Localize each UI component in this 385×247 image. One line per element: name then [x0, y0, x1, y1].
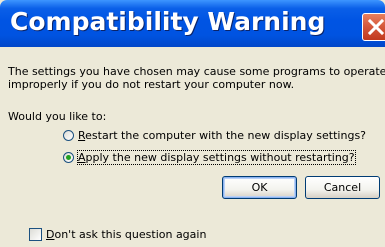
dont-ask-checkbox-row[interactable]: Don't ask this question again [29, 226, 206, 242]
question-text: Would you like to: [8, 110, 107, 123]
cancel-button[interactable]: Cancel [305, 176, 380, 199]
compatibility-warning-dialog: Compatibility Warning The settings you h… [0, 0, 385, 247]
accel-apply: A [78, 150, 86, 164]
radio-apply-label[interactable]: Apply the new display settings without r… [77, 149, 356, 165]
radio-apply[interactable] [63, 151, 74, 163]
close-button[interactable] [362, 13, 385, 41]
radio-option-apply[interactable]: Apply the new display settings without r… [63, 149, 356, 165]
radio-apply-text: pply the new display settings without re… [85, 150, 355, 164]
dont-ask-text: on't ask this question again [54, 227, 207, 241]
message-line-2: improperly if you do not restart your co… [8, 78, 295, 91]
dont-ask-label[interactable]: Don't ask this question again [46, 228, 206, 241]
radio-restart-label[interactable]: Restart the computer with the new displa… [78, 129, 366, 142]
radio-restart[interactable] [63, 129, 74, 141]
dont-ask-checkbox[interactable] [29, 227, 42, 241]
dialog-title: Compatibility Warning [10, 7, 326, 36]
radio-restart-text: estart the computer with the new display… [85, 128, 367, 142]
ok-button[interactable]: OK [222, 176, 297, 199]
title-bar[interactable]: Compatibility Warning [0, 0, 385, 47]
radio-option-restart[interactable]: Restart the computer with the new displa… [63, 127, 366, 143]
close-icon [367, 18, 385, 36]
message-line-1: The settings you have chosen may cause s… [8, 65, 385, 78]
radio-selected-dot [66, 154, 71, 160]
